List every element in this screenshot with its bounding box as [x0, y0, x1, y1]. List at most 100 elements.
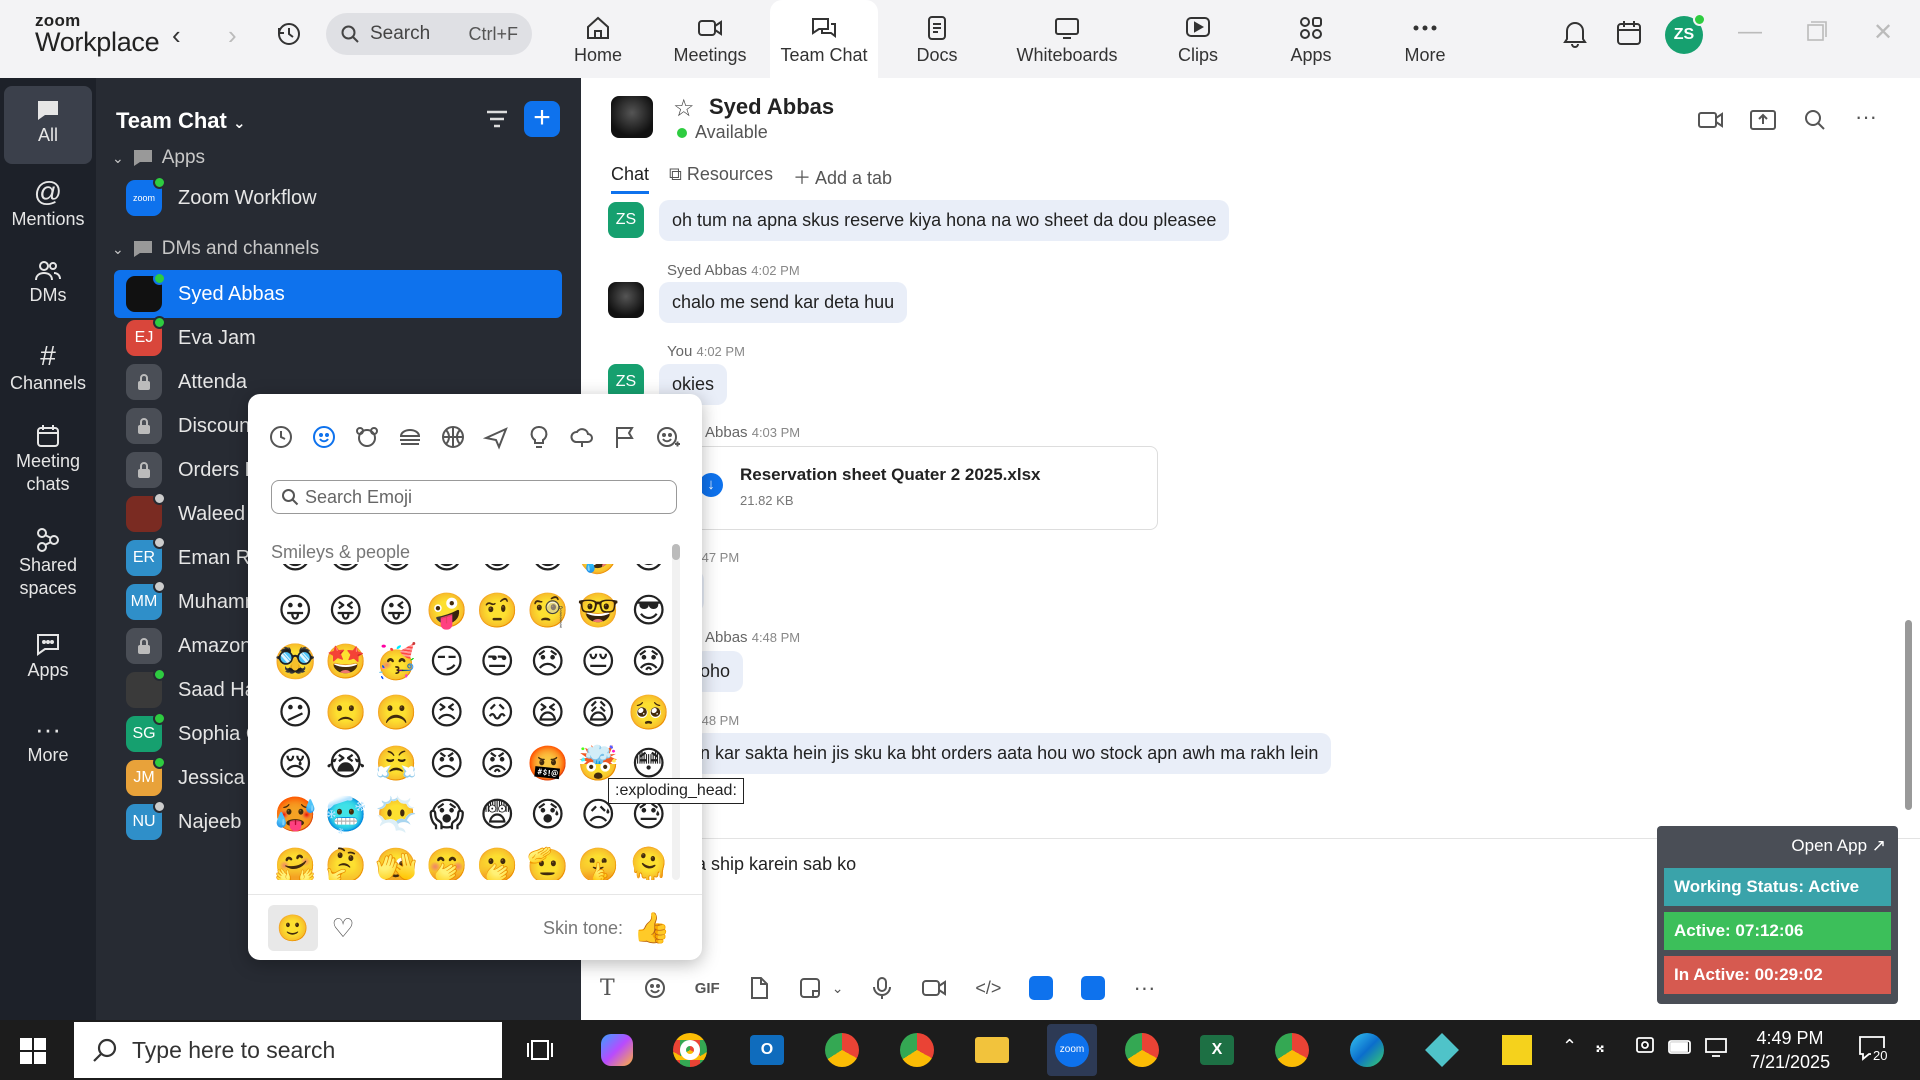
tab-more[interactable]: More [1401, 0, 1449, 78]
emoji-scrollbar[interactable] [672, 544, 680, 880]
emoji-button[interactable]: 😒 [472, 637, 523, 688]
emoji-scroll-thumb[interactable] [672, 544, 680, 560]
objects-category-icon[interactable] [524, 422, 554, 452]
chrome-icon[interactable] [1272, 1030, 1312, 1070]
emoji-button[interactable]: 😛 [270, 586, 321, 637]
symbols-category-icon[interactable] [567, 422, 597, 452]
emoji-button[interactable]: 😔 [573, 637, 624, 688]
emoji-button[interactable]: 🥸 [270, 637, 321, 688]
emoji-button[interactable]: 🤔 [321, 841, 372, 880]
screenshot-icon[interactable]: ⌄ [798, 976, 844, 1000]
clips-app-icon[interactable] [1029, 976, 1054, 1000]
video-message-icon[interactable] [921, 976, 947, 1000]
share-screen-icon[interactable] [1749, 108, 1777, 137]
rail-item-mentions[interactable]: @ Mentions [4, 176, 92, 231]
emoji-button[interactable]: 😃 [270, 564, 321, 583]
custom-emoji-icon[interactable] [653, 422, 683, 452]
food-category-icon[interactable] [395, 422, 425, 452]
language-icon[interactable]: 𝄪 [1596, 1036, 1604, 1057]
section-dms-and-channels[interactable]: ⌄ DMs and channels [112, 238, 319, 260]
search-bar[interactable]: Search Ctrl+F [326, 13, 532, 55]
emoji-tab-favorites[interactable]: ♡ [318, 905, 368, 951]
file-explorer-icon[interactable] [972, 1030, 1012, 1070]
more-dots-icon[interactable]: ··· [1133, 975, 1155, 1001]
emoji-button[interactable]: 🤫 [573, 841, 624, 880]
contact-avatar[interactable] [611, 96, 653, 138]
emoji-button[interactable]: 🤩 [321, 637, 372, 688]
emoji-button[interactable]: 😞 [523, 637, 574, 688]
emoji-button[interactable]: 😤 [371, 739, 422, 790]
emoji-button[interactable]: 😊 [624, 564, 675, 583]
emoji-button[interactable]: 😱 [422, 790, 473, 841]
rail-item-channels[interactable]: # Channels [4, 340, 92, 395]
search-icon[interactable] [1803, 108, 1827, 137]
skin-tone-selector[interactable]: Skin tone: 👍 [543, 911, 670, 946]
emoji-button[interactable]: 🥺 [624, 688, 675, 739]
tab-meetings[interactable]: Meetings [668, 0, 752, 78]
task-view-icon[interactable] [520, 1030, 560, 1070]
emoji-button[interactable]: 😭 [321, 739, 372, 790]
notification-bell-icon[interactable] [1561, 18, 1589, 53]
emoji-button[interactable]: 🥳 [371, 637, 422, 688]
emoji-button[interactable]: 😶‍🌫️ [371, 790, 422, 841]
sidebar-title[interactable]: Team Chat ⌄ [116, 108, 246, 134]
copilot-icon[interactable] [597, 1030, 637, 1070]
rail-item-dms[interactable]: DMs [4, 258, 92, 307]
sidebar-item-dm[interactable]: EJ Eva Jam [114, 314, 562, 362]
close-button[interactable]: ✕ [1873, 18, 1893, 47]
open-app-link[interactable]: Open App ↗ [1791, 836, 1886, 856]
code-snippet-icon[interactable]: </> [975, 978, 1001, 999]
tab-home[interactable]: Home [563, 0, 633, 78]
emoji-button[interactable]: 😢 [270, 739, 321, 790]
chat-scrollbar[interactable] [1905, 620, 1912, 810]
sidebar-item-dm[interactable]: Syed Abbas [114, 270, 562, 318]
taskbar-search[interactable]: Type here to search [74, 1022, 502, 1078]
emoji-button[interactable]: 🥵 [270, 790, 321, 841]
rail-item-apps[interactable]: Apps [4, 631, 92, 682]
chrome-icon[interactable] [670, 1030, 710, 1070]
emoji-button[interactable]: 😨 [472, 790, 523, 841]
emoji-icon[interactable] [643, 976, 667, 1000]
emoji-button[interactable]: 🤬 [523, 739, 574, 790]
emoji-button[interactable]: 🧐 [523, 586, 574, 637]
battery-icon[interactable] [1668, 1038, 1694, 1061]
minimize-button[interactable]: — [1738, 18, 1762, 46]
avatar[interactable] [608, 282, 644, 318]
tab-clips[interactable]: Clips [1176, 0, 1220, 78]
emoji-button[interactable]: 🫣 [371, 841, 422, 880]
file-icon[interactable] [748, 976, 770, 1000]
emoji-button[interactable]: 🤣 [573, 564, 624, 583]
calendar-icon[interactable] [1615, 18, 1643, 53]
emoji-button[interactable]: ☹️ [371, 688, 422, 739]
avatar[interactable]: ZS [608, 202, 644, 238]
animal-category-icon[interactable] [352, 422, 382, 452]
user-avatar[interactable]: ZS [1665, 13, 1706, 54]
windows-start-icon[interactable] [20, 1038, 46, 1069]
travel-category-icon[interactable] [481, 422, 511, 452]
sticky-notes-icon[interactable] [1497, 1030, 1537, 1070]
tab-resources[interactable]: ⧉ Resources [669, 164, 773, 194]
smiley-category-icon[interactable] [309, 422, 339, 452]
emoji-button[interactable]: 🤭 [422, 841, 473, 880]
tab-apps[interactable]: Apps [1289, 0, 1333, 78]
emoji-button[interactable]: 😝 [321, 586, 372, 637]
chrome-icon[interactable] [1122, 1030, 1162, 1070]
section-apps[interactable]: ⌄ Apps [112, 147, 205, 169]
emoji-button[interactable]: 😜 [371, 586, 422, 637]
taskbar-clock[interactable]: 4:49 PM 7/21/2025 [1750, 1026, 1830, 1075]
chevron-up-icon[interactable]: ⌃ [1562, 1036, 1577, 1057]
new-chat-button[interactable]: + [524, 101, 560, 137]
more-dots-icon[interactable]: ··· [1855, 104, 1877, 130]
chrome-icon[interactable] [822, 1030, 862, 1070]
tab-add[interactable]: ＋ Add a tab [793, 164, 892, 194]
chevron-down-icon[interactable]: ⌄ [832, 980, 844, 997]
emoji-button[interactable]: 😫 [523, 688, 574, 739]
tab-chat[interactable]: Chat [611, 164, 650, 194]
network-icon[interactable] [1704, 1036, 1728, 1063]
edge-icon[interactable] [1347, 1030, 1387, 1070]
filter-icon[interactable] [484, 106, 510, 137]
emoji-button[interactable]: 😠 [422, 739, 473, 790]
thumbs-up-icon[interactable]: 👍 [633, 911, 670, 946]
emoji-button[interactable]: 🫢 [472, 841, 523, 880]
history-icon[interactable] [275, 20, 303, 53]
